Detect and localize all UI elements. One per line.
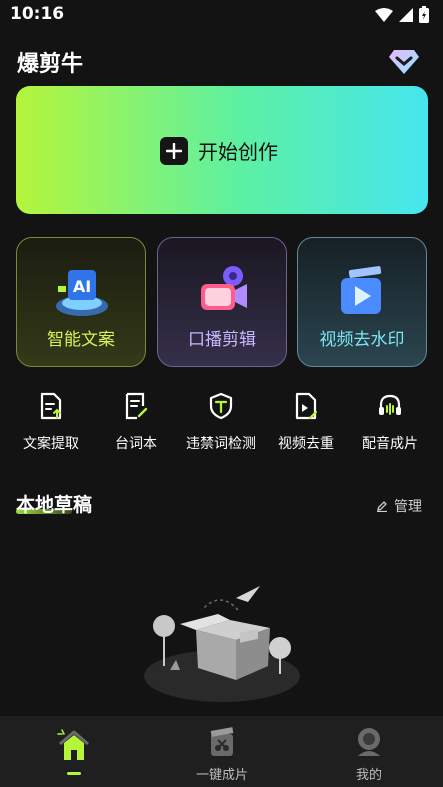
- status-bar: 10:16: [0, 0, 443, 30]
- nav-mine-label: 我的: [355, 768, 382, 783]
- document-extract-icon: [40, 392, 62, 420]
- manage-label: 管理: [394, 499, 422, 515]
- card-remove-watermark[interactable]: 视频去水印: [297, 237, 427, 367]
- start-create-label: 开始创作: [198, 140, 278, 164]
- tool-banned-words-label: 违禁词检测: [186, 436, 256, 452]
- vip-diamond-icon[interactable]: [388, 46, 420, 76]
- tool-script[interactable]: 台词本: [92, 392, 180, 453]
- plus-icon: [160, 136, 188, 165]
- play-clapper-icon: [341, 266, 382, 314]
- film-clapper-icon: [210, 727, 234, 756]
- card-talking-edit-label: 口播剪辑: [188, 330, 256, 350]
- tool-dubbing[interactable]: 配音成片: [346, 392, 434, 453]
- tool-dubbing-label: 配音成片: [362, 436, 418, 452]
- avatar-icon: [358, 728, 380, 756]
- drafts-title: 本地草稿: [16, 494, 93, 516]
- nav-one-click-film-label: 一键成片: [195, 768, 248, 783]
- camera-reel-icon: [201, 266, 247, 310]
- svg-text:AI: AI: [73, 277, 91, 296]
- empty-box-illustration: [144, 586, 300, 702]
- nav-home[interactable]: [34, 726, 114, 770]
- video-dedupe-icon: [295, 392, 318, 420]
- status-time: 10:16: [10, 4, 65, 24]
- nav-one-click-film[interactable]: 一键成片: [182, 726, 262, 783]
- card-smart-copywriting-label: 智能文案: [47, 330, 115, 350]
- tool-banned-words[interactable]: 违禁词检测: [177, 392, 265, 453]
- shield-t-icon: [209, 392, 233, 420]
- card-smart-copywriting[interactable]: AI 智能文案: [16, 237, 146, 367]
- card-remove-watermark-label: 视频去水印: [319, 330, 405, 350]
- wifi-icon: [375, 7, 393, 22]
- status-icons: [375, 6, 429, 23]
- card-talking-edit[interactable]: 口播剪辑: [157, 237, 287, 367]
- script-edit-icon: [125, 392, 148, 420]
- tool-copy-extract[interactable]: 文案提取: [7, 392, 95, 453]
- battery-icon: [419, 6, 429, 23]
- home-icon: [57, 729, 89, 760]
- pencil-icon: [377, 501, 387, 512]
- manage-button[interactable]: 管理: [376, 496, 422, 516]
- tool-script-label: 台词本: [115, 436, 157, 452]
- app-title: 爆剪牛: [17, 52, 84, 77]
- tool-video-dedupe[interactable]: 视频去重: [262, 392, 350, 453]
- ai-cube-icon: AI: [56, 270, 108, 316]
- signal-icon: [399, 7, 413, 22]
- start-create-content: 开始创作: [160, 136, 278, 165]
- headphones-icon: [379, 394, 401, 415]
- nav-home-indicator: [67, 772, 81, 775]
- tool-video-dedupe-label: 视频去重: [278, 436, 334, 452]
- nav-mine[interactable]: 我的: [329, 726, 409, 783]
- tool-copy-extract-label: 文案提取: [23, 436, 79, 452]
